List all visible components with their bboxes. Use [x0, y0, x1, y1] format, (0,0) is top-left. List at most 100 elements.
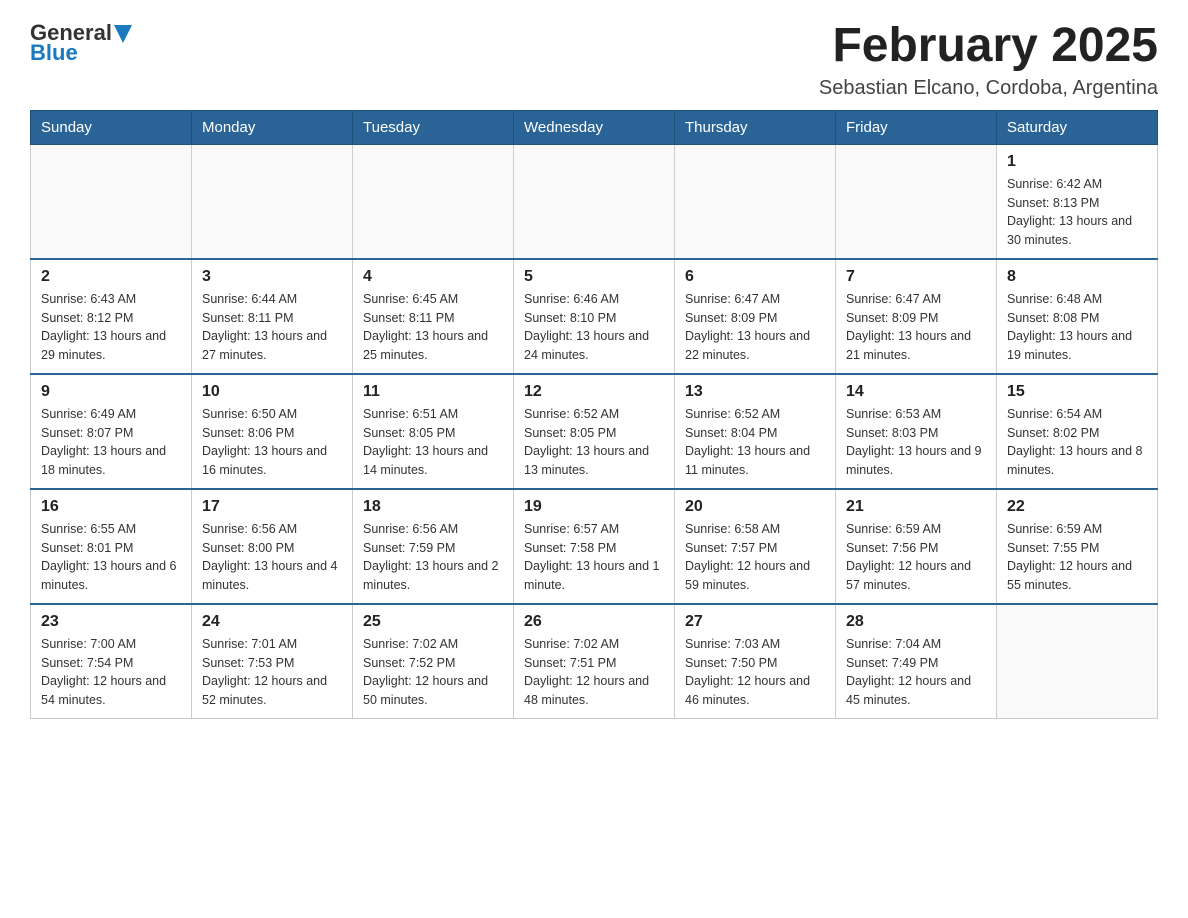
calendar-day [31, 144, 192, 259]
day-info: Sunrise: 7:03 AM Sunset: 7:50 PM Dayligh… [685, 635, 825, 710]
calendar-day: 6 Sunrise: 6:47 AM Sunset: 8:09 PM Daylig… [675, 259, 836, 374]
day-info: Sunrise: 6:46 AM Sunset: 8:10 PM Dayligh… [524, 290, 664, 365]
weekday-header-row: Sunday Monday Tuesday Wednesday Thursday… [31, 110, 1158, 144]
calendar-subtitle: Sebastian Elcano, Cordoba, Argentina [819, 77, 1158, 100]
day-number: 14 [846, 383, 986, 401]
day-number: 16 [41, 498, 181, 516]
calendar-week-3: 9 Sunrise: 6:49 AM Sunset: 8:07 PM Daylig… [31, 374, 1158, 489]
day-number: 22 [1007, 498, 1147, 516]
day-number: 18 [363, 498, 503, 516]
day-number: 9 [41, 383, 181, 401]
day-number: 10 [202, 383, 342, 401]
day-info: Sunrise: 7:02 AM Sunset: 7:52 PM Dayligh… [363, 635, 503, 710]
day-number: 11 [363, 383, 503, 401]
calendar-day: 2Sunrise: 6:43 AM Sunset: 8:12 PM Daylig… [31, 259, 192, 374]
day-info: Sunrise: 7:00 AM Sunset: 7:54 PM Dayligh… [41, 635, 181, 710]
calendar-day [997, 604, 1158, 719]
calendar-day: 27 Sunrise: 7:03 AM Sunset: 7:50 PM Dayli… [675, 604, 836, 719]
logo-triangle-icon [114, 25, 132, 43]
day-number: 6 [685, 268, 825, 286]
day-number: 19 [524, 498, 664, 516]
day-info: Sunrise: 6:45 AM Sunset: 8:11 PM Dayligh… [363, 290, 503, 365]
calendar-day: 4 Sunrise: 6:45 AM Sunset: 8:11 PM Daylig… [353, 259, 514, 374]
day-info: Sunrise: 6:47 AM Sunset: 8:09 PM Dayligh… [846, 290, 986, 365]
day-number: 8 [1007, 268, 1147, 286]
day-number: 23 [41, 613, 181, 631]
day-info: Sunrise: 6:56 AM Sunset: 8:00 PM Dayligh… [202, 520, 342, 595]
day-info: Sunrise: 6:49 AM Sunset: 8:07 PM Dayligh… [41, 405, 181, 480]
header-wednesday: Wednesday [514, 110, 675, 144]
calendar-day: 18 Sunrise: 6:56 AM Sunset: 7:59 PM Dayli… [353, 489, 514, 604]
calendar-day: 3Sunrise: 6:44 AM Sunset: 8:11 PM Daylig… [192, 259, 353, 374]
calendar-day: 21 Sunrise: 6:59 AM Sunset: 7:56 PM Dayli… [836, 489, 997, 604]
calendar-day [353, 144, 514, 259]
day-info: Sunrise: 6:57 AM Sunset: 7:58 PM Dayligh… [524, 520, 664, 595]
calendar-day: 16 Sunrise: 6:55 AM Sunset: 8:01 PM Dayli… [31, 489, 192, 604]
calendar-title: February 2025 [819, 20, 1158, 73]
header-thursday: Thursday [675, 110, 836, 144]
calendar-day: 23 Sunrise: 7:00 AM Sunset: 7:54 PM Dayli… [31, 604, 192, 719]
calendar-day: 22 Sunrise: 6:59 AM Sunset: 7:55 PM Dayli… [997, 489, 1158, 604]
day-number: 17 [202, 498, 342, 516]
day-number: 4 [363, 268, 503, 286]
calendar-day: 7 Sunrise: 6:47 AM Sunset: 8:09 PM Daylig… [836, 259, 997, 374]
day-number: 15 [1007, 383, 1147, 401]
calendar-day: 11 Sunrise: 6:51 AM Sunset: 8:05 PM Dayli… [353, 374, 514, 489]
day-number: 5 [524, 268, 664, 286]
header-saturday: Saturday [997, 110, 1158, 144]
day-info: Sunrise: 6:56 AM Sunset: 7:59 PM Dayligh… [363, 520, 503, 595]
calendar-day: 12 Sunrise: 6:52 AM Sunset: 8:05 PM Dayli… [514, 374, 675, 489]
day-info: Sunrise: 6:59 AM Sunset: 7:55 PM Dayligh… [1007, 520, 1147, 595]
calendar-day: 10Sunrise: 6:50 AM Sunset: 8:06 PM Dayli… [192, 374, 353, 489]
day-info: Sunrise: 7:02 AM Sunset: 7:51 PM Dayligh… [524, 635, 664, 710]
day-info: Sunrise: 6:59 AM Sunset: 7:56 PM Dayligh… [846, 520, 986, 595]
day-number: 26 [524, 613, 664, 631]
calendar-day: 20Sunrise: 6:58 AM Sunset: 7:57 PM Dayli… [675, 489, 836, 604]
header-tuesday: Tuesday [353, 110, 514, 144]
day-info: Sunrise: 6:44 AM Sunset: 8:11 PM Dayligh… [202, 290, 342, 365]
calendar-day: 25 Sunrise: 7:02 AM Sunset: 7:52 PM Dayli… [353, 604, 514, 719]
calendar-day: 1Sunrise: 6:42 AM Sunset: 8:13 PM Daylig… [997, 144, 1158, 259]
day-number: 13 [685, 383, 825, 401]
calendar-day: 19 Sunrise: 6:57 AM Sunset: 7:58 PM Dayli… [514, 489, 675, 604]
calendar-day: 13 Sunrise: 6:52 AM Sunset: 8:04 PM Dayli… [675, 374, 836, 489]
day-number: 7 [846, 268, 986, 286]
header-friday: Friday [836, 110, 997, 144]
day-info: Sunrise: 7:01 AM Sunset: 7:53 PM Dayligh… [202, 635, 342, 710]
day-info: Sunrise: 6:51 AM Sunset: 8:05 PM Dayligh… [363, 405, 503, 480]
calendar-day: 15 Sunrise: 6:54 AM Sunset: 8:02 PM Dayli… [997, 374, 1158, 489]
day-info: Sunrise: 6:53 AM Sunset: 8:03 PM Dayligh… [846, 405, 986, 480]
calendar-day [836, 144, 997, 259]
header-sunday: Sunday [31, 110, 192, 144]
calendar-day: 8 Sunrise: 6:48 AM Sunset: 8:08 PM Daylig… [997, 259, 1158, 374]
day-number: 12 [524, 383, 664, 401]
day-number: 27 [685, 613, 825, 631]
day-info: Sunrise: 6:52 AM Sunset: 8:05 PM Dayligh… [524, 405, 664, 480]
calendar-week-5: 23 Sunrise: 7:00 AM Sunset: 7:54 PM Dayli… [31, 604, 1158, 719]
day-info: Sunrise: 6:42 AM Sunset: 8:13 PM Dayligh… [1007, 175, 1147, 250]
calendar-day: 9 Sunrise: 6:49 AM Sunset: 8:07 PM Daylig… [31, 374, 192, 489]
header-monday: Monday [192, 110, 353, 144]
day-info: Sunrise: 6:52 AM Sunset: 8:04 PM Dayligh… [685, 405, 825, 480]
day-info: Sunrise: 6:48 AM Sunset: 8:08 PM Dayligh… [1007, 290, 1147, 365]
calendar-day [675, 144, 836, 259]
day-number: 21 [846, 498, 986, 516]
logo-blue: Blue [30, 40, 78, 66]
day-number: 24 [202, 613, 342, 631]
calendar-day: 28Sunrise: 7:04 AM Sunset: 7:49 PM Dayli… [836, 604, 997, 719]
calendar-day [514, 144, 675, 259]
calendar-day: 24 Sunrise: 7:01 AM Sunset: 7:53 PM Dayli… [192, 604, 353, 719]
day-info: Sunrise: 6:58 AM Sunset: 7:57 PM Dayligh… [685, 520, 825, 595]
day-number: 2 [41, 268, 181, 286]
day-info: Sunrise: 6:47 AM Sunset: 8:09 PM Dayligh… [685, 290, 825, 365]
day-info: Sunrise: 7:04 AM Sunset: 7:49 PM Dayligh… [846, 635, 986, 710]
calendar-day: 5 Sunrise: 6:46 AM Sunset: 8:10 PM Daylig… [514, 259, 675, 374]
calendar-week-4: 16 Sunrise: 6:55 AM Sunset: 8:01 PM Dayli… [31, 489, 1158, 604]
day-info: Sunrise: 6:54 AM Sunset: 8:02 PM Dayligh… [1007, 405, 1147, 480]
day-info: Sunrise: 6:55 AM Sunset: 8:01 PM Dayligh… [41, 520, 181, 595]
calendar-day [192, 144, 353, 259]
calendar-week-1: 1Sunrise: 6:42 AM Sunset: 8:13 PM Daylig… [31, 144, 1158, 259]
page-header: General Blue February 2025 Sebastian Elc… [30, 20, 1158, 100]
day-number: 25 [363, 613, 503, 631]
logo: General Blue [30, 20, 132, 66]
